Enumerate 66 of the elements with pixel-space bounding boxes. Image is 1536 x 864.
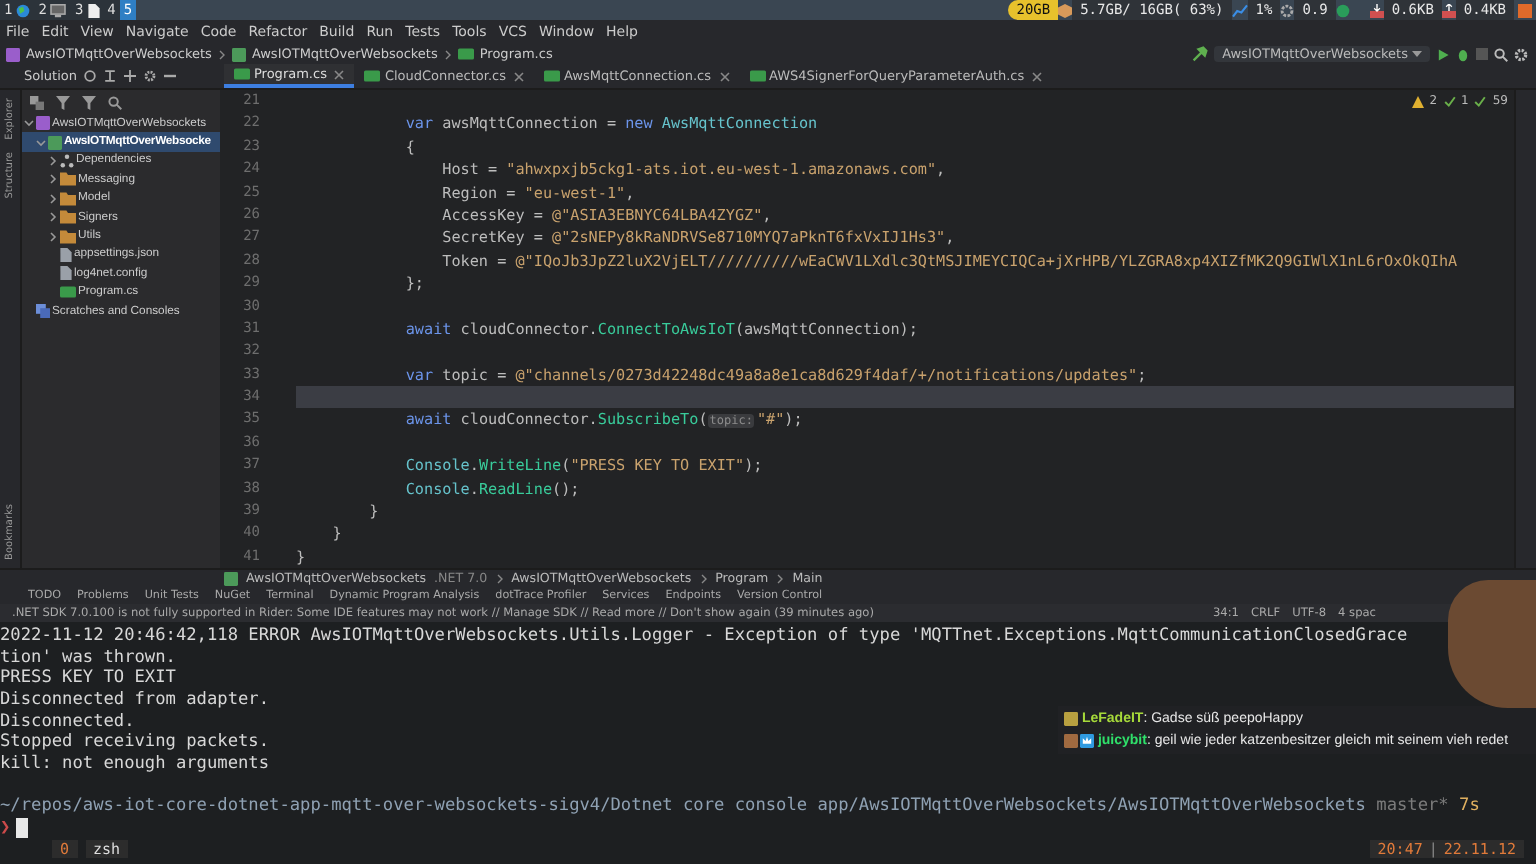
csharp-file-icon	[234, 68, 250, 80]
chevron-right-icon[interactable]	[48, 155, 58, 166]
prompt-path: ~/repos/aws-iot-core-dotnet-app-mqtt-over-websockets-sigv4/Dotnet core console app/AwsIOTMqttOverWebsockets/AwsIOTMqttOverWebsockets	[0, 796, 1366, 817]
solution-icon	[36, 116, 50, 131]
debug-icon[interactable]	[1456, 47, 1470, 61]
terminal-line: tion' was thrown.	[0, 647, 176, 669]
tray-icon	[1518, 3, 1532, 17]
search-icon[interactable]	[1494, 47, 1508, 61]
close-icon[interactable]	[334, 69, 345, 79]
chevron-right-icon	[776, 574, 785, 584]
project-icon	[48, 135, 62, 150]
download-icon	[1369, 3, 1384, 17]
chevron-right-icon	[443, 49, 452, 59]
chevron-right-icon[interactable]	[48, 231, 58, 242]
chevron-right-icon	[217, 49, 226, 59]
close-icon[interactable]	[1032, 71, 1043, 81]
chevron-right-icon[interactable]	[48, 212, 58, 223]
photo-placeholder	[1448, 580, 1536, 708]
close-icon[interactable]	[719, 71, 730, 81]
crown-icon	[1080, 733, 1094, 748]
hammer-icon[interactable]	[1192, 46, 1209, 62]
chart-icon	[1231, 3, 1248, 17]
chevron-right-icon	[495, 574, 504, 584]
csharp-file-icon	[543, 70, 560, 82]
terminal-line: 2022-11-12 20:46:42,118 ERROR AwsIOTMqttOverWebsockets.Utils.Logger - Exception of type 'MQTTnet.Exceptions.MqttCommunicationClosedGrace	[0, 626, 1408, 648]
terminal-line: Disconnected.	[0, 711, 135, 733]
close-icon[interactable]	[513, 71, 524, 81]
scratches-icon	[36, 304, 50, 319]
caret-icon	[1412, 50, 1422, 58]
prompt-symbol: ❯	[0, 818, 11, 839]
solution-icon	[6, 47, 20, 61]
layers-icon[interactable]	[30, 96, 44, 110]
monitor-icon	[50, 3, 67, 17]
run-icon[interactable]	[1436, 47, 1450, 61]
target-icon[interactable]	[84, 70, 97, 82]
csharp-file-icon	[60, 286, 76, 299]
text-cursor	[16, 817, 29, 838]
collapse-icon[interactable]	[104, 70, 117, 82]
chevron-down-icon[interactable]	[24, 118, 34, 129]
check-icon[interactable]	[1474, 95, 1487, 107]
warning-icon[interactable]	[1411, 95, 1424, 107]
settings-icon[interactable]	[144, 70, 157, 82]
chevron-right-icon	[699, 574, 708, 584]
terminal-line: PRESS KEY TO EXIT	[0, 668, 176, 691]
chevron-down-icon[interactable]	[36, 137, 46, 148]
chevron-right-icon[interactable]	[48, 193, 58, 204]
csharp-file-icon	[364, 70, 381, 82]
csharp-file-icon	[457, 48, 474, 60]
project-icon	[224, 572, 238, 586]
git-branch: master*	[1376, 796, 1449, 817]
settings-icon[interactable]	[1514, 47, 1528, 61]
command-duration: 7s	[1459, 796, 1480, 817]
terminal-line: Stopped receiving packets.	[0, 732, 270, 754]
search-icon[interactable]	[108, 96, 122, 110]
csharp-file-icon	[749, 70, 766, 82]
dependencies-icon	[60, 153, 74, 168]
document-icon	[87, 3, 100, 17]
upload-icon	[1441, 3, 1456, 17]
terminal-line: kill: not enough arguments	[0, 754, 270, 776]
project-icon	[231, 47, 246, 61]
gear-icon	[1280, 3, 1295, 17]
chevron-right-icon[interactable]	[48, 174, 58, 185]
minimize-icon[interactable]	[164, 74, 177, 78]
expand-icon[interactable]	[124, 70, 137, 82]
terminal-line: Disconnected from adapter.	[0, 690, 270, 712]
check-icon[interactable]	[1443, 95, 1456, 107]
